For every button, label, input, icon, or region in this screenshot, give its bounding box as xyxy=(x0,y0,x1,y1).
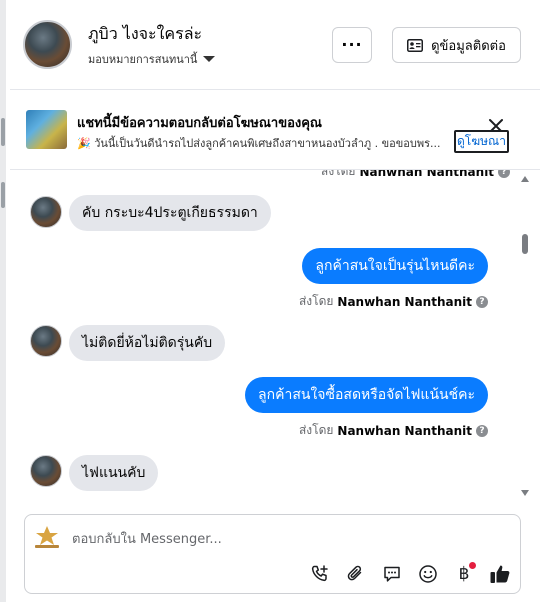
page-scrollbar[interactable] xyxy=(0,0,6,602)
help-icon[interactable]: ? xyxy=(476,295,488,308)
outgoing-message[interactable]: ลูกค้าสนใจเป็นรุ่นไหนดีคะ xyxy=(302,248,488,284)
incoming-message[interactable]: ไฟแนนคับ xyxy=(69,455,159,491)
chat-scrollbar-thumb[interactable] xyxy=(522,234,528,254)
help-icon[interactable]: ? xyxy=(498,170,511,178)
contact-avatar[interactable] xyxy=(23,20,72,69)
composer-toolbar: ฿ xyxy=(308,562,512,586)
view-contact-info-button[interactable]: ดูข้อมูลติดต่อ xyxy=(392,27,521,63)
emoji-icon[interactable] xyxy=(416,562,440,586)
page-scrollbar-thumb-secondary[interactable] xyxy=(1,182,5,208)
sender-name: Nanwhan Nanthanit xyxy=(359,170,495,179)
outgoing-message[interactable]: ลูกค้าสนใจซื้อสดหรือจัดไฟแน้นช์คะ xyxy=(245,377,488,413)
contact-name[interactable]: ภูบิว ไงจะใครล่ะ xyxy=(88,22,202,47)
baht-payment-icon[interactable]: ฿ xyxy=(452,562,476,586)
ad-reply-banner: แชทนี้มีข้อความตอบกลับต่อโฆษณาของคุณ 🎉 ว… xyxy=(10,90,540,170)
sender-name: Nanwhan Nanthanit xyxy=(337,423,472,438)
reply-input[interactable] xyxy=(72,529,492,549)
more-dots-icon: ··· xyxy=(341,35,363,54)
ad-banner-description: 🎉 วันนี้เป็นวันดีนำรถไปส่งลูกค้าคนพิเศษถ… xyxy=(77,137,441,150)
assign-conversation-label: มอบหมายการสนทนานี้ xyxy=(88,53,198,66)
sent-by-label: ส่งโดย Nanwhan Nanthanit ? xyxy=(299,421,488,440)
chat-scrollbar[interactable] xyxy=(520,170,532,500)
thumbs-up-icon[interactable] xyxy=(488,562,512,586)
attachment-icon[interactable] xyxy=(344,562,368,586)
phone-plus-icon[interactable] xyxy=(308,562,332,586)
page-logo-icon xyxy=(35,526,59,548)
view-contact-info-label: ดูข้อมูลติดต่อ xyxy=(431,38,506,54)
saved-reply-icon[interactable] xyxy=(380,562,404,586)
reply-composer: ฿ xyxy=(24,514,521,594)
incoming-message[interactable]: ไม่ติดยี่ห้อไม่ติดรุ่นคับ xyxy=(69,325,226,361)
caret-down-icon xyxy=(203,56,216,62)
contact-card-icon xyxy=(407,38,424,52)
notification-dot xyxy=(469,562,476,569)
contact-avatar[interactable] xyxy=(30,325,62,357)
ad-thumbnail[interactable] xyxy=(26,110,67,149)
conversation-header: ภูบิว ไงจะใครล่ะ มอบหมายการสนทนานี้ ··· … xyxy=(10,0,540,90)
baht-glyph: ฿ xyxy=(458,564,470,584)
assign-conversation-dropdown[interactable]: มอบหมายการสนทนานี้ xyxy=(88,50,216,68)
contact-avatar[interactable] xyxy=(30,196,62,228)
ad-banner-title: แชทนี้มีข้อความตอบกลับต่อโฆษณาของคุณ xyxy=(77,116,322,131)
message-thread[interactable]: ส่งโดย Nanwhan Nanthanit ? คับ กระบะ4ประ… xyxy=(10,170,530,500)
sent-by-label: ส่งโดย Nanwhan Nanthanit ? xyxy=(321,170,511,181)
more-options-button[interactable]: ··· xyxy=(332,27,372,63)
scroll-down-arrow-icon[interactable] xyxy=(521,490,529,496)
help-icon[interactable]: ? xyxy=(476,424,488,437)
view-ad-link[interactable]: ดูโฆษณา xyxy=(454,130,509,153)
page-scrollbar-thumb[interactable] xyxy=(1,118,5,146)
incoming-message[interactable]: คับ กระบะ4ประตูเกียธรรมดา xyxy=(69,195,271,231)
sent-by-label: ส่งโดย Nanwhan Nanthanit ? xyxy=(299,292,488,311)
contact-avatar[interactable] xyxy=(30,455,62,487)
scroll-up-arrow-icon[interactable] xyxy=(521,176,529,182)
sender-name: Nanwhan Nanthanit xyxy=(337,294,472,309)
